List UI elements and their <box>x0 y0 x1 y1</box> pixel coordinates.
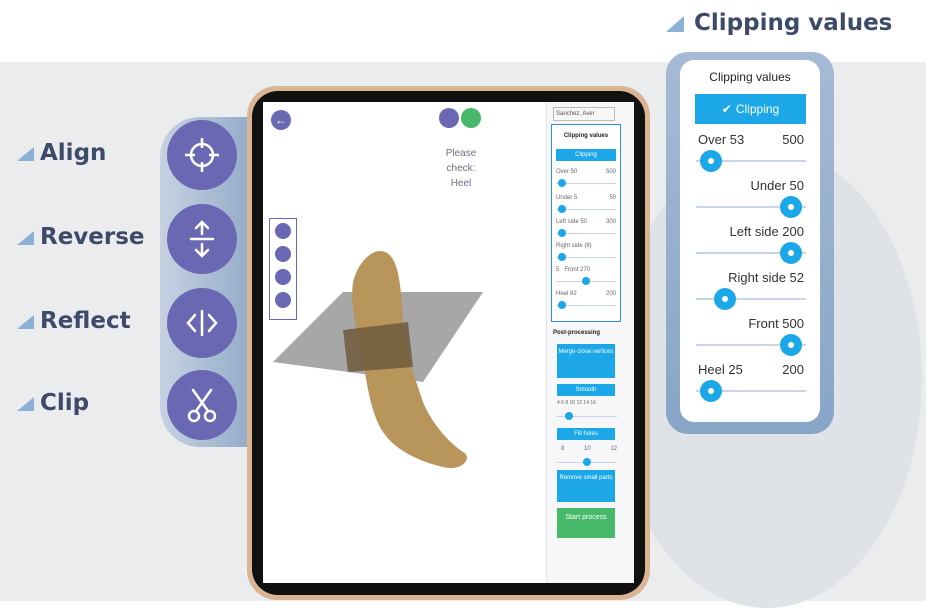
slider-knob[interactable] <box>700 150 723 172</box>
mini-slider-knob[interactable] <box>582 277 590 285</box>
reflect-button[interactable] <box>167 288 237 358</box>
fill-holes-button[interactable]: Fill holes <box>557 428 615 440</box>
smooth-button[interactable]: Smooth <box>557 384 615 396</box>
mini-slider-knob[interactable] <box>558 301 566 309</box>
mini-row-max: 200 <box>605 291 616 297</box>
fill-scale-tick: 10 <box>583 446 591 452</box>
label-triangle-icon <box>17 231 34 245</box>
reflect-label: Reflect <box>40 308 131 334</box>
heading-text: Clipping values <box>694 10 893 36</box>
mini-slider-knob[interactable] <box>558 229 566 237</box>
patient-select[interactable]: Sanchez, Aver <box>553 107 615 121</box>
mini-slider-knob[interactable] <box>558 253 566 261</box>
smooth-slider-knob[interactable] <box>565 412 573 420</box>
slider-track[interactable] <box>696 298 806 300</box>
heading-triangle-icon <box>666 16 684 32</box>
clip-button[interactable] <box>167 370 237 440</box>
top-icon-group <box>439 108 481 128</box>
mini-reverse-button[interactable] <box>275 246 291 262</box>
start-process-button[interactable]: Start process <box>557 508 615 538</box>
mini-slider-knob[interactable] <box>558 179 566 187</box>
feature-label-reverse: Reverse <box>16 224 145 250</box>
mini-row-label: Heel 82 <box>556 291 577 297</box>
mini-row-label: Right side (8) <box>556 243 592 249</box>
slider-knob[interactable] <box>779 196 802 218</box>
slider-max: 200 <box>782 362 804 377</box>
mini-row-max: 50 <box>609 195 616 201</box>
slider-knob[interactable] <box>713 288 736 310</box>
mini-row-mid: Front 270 <box>564 267 591 273</box>
merge-vertices-button[interactable]: Merge close vertices <box>557 344 615 378</box>
scissors-icon <box>187 388 217 423</box>
clipping-card: Clipping values ✔ Clipping Over 53 500 Und… <box>680 60 820 422</box>
slider-knob[interactable] <box>779 334 802 356</box>
label-triangle-icon <box>17 315 34 329</box>
mini-row-label: Under 5 <box>556 195 578 201</box>
mini-row: 5 Front 270 <box>556 267 616 273</box>
remove-small-parts-button[interactable]: Remove small parts <box>557 470 615 502</box>
align-label: Align <box>40 140 107 166</box>
feature-label-reflect: Reflect <box>16 308 131 334</box>
clipping-toggle-button[interactable]: ✔ Clipping <box>695 94 806 124</box>
mini-row-max: 500 <box>605 169 616 175</box>
fill-scale: 8 10 12 <box>561 446 617 452</box>
clipping-button-label: Clipping <box>735 102 780 116</box>
crosshair-icon <box>185 138 219 172</box>
feature-label-align: Align <box>16 140 106 166</box>
feature-label-clip: Clip <box>16 390 89 416</box>
mini-row: Left side 50 300 <box>556 219 616 225</box>
slider-max: 500 <box>782 132 804 147</box>
tablet-screen: ← Please check: Heel Sanchez, Aver Clipp… <box>263 102 634 583</box>
reverse-label: Reverse <box>40 224 145 250</box>
mini-row-label: Left side 50 <box>556 219 588 225</box>
label-triangle-icon <box>17 147 34 161</box>
slider-label: Front 500 <box>748 316 804 331</box>
check-line: Heel <box>450 178 472 189</box>
mini-row: Under 5 50 <box>556 195 616 201</box>
save-icon[interactable] <box>461 108 481 128</box>
fill-scale-tick: 8 <box>561 446 565 452</box>
slider-knob[interactable] <box>779 242 802 264</box>
foot-model <box>343 251 467 469</box>
smooth-scale: 4 6 8 10 12 14 16 <box>557 400 596 406</box>
mini-align-button[interactable] <box>275 223 291 239</box>
post-processing-title: Post-processing <box>553 330 601 336</box>
mini-row: Right side (8) <box>556 243 616 249</box>
mini-row: Over 50 500 <box>556 169 616 175</box>
mini-slider-knob[interactable] <box>558 205 566 213</box>
slider-label: Right side 52 <box>728 270 804 285</box>
card-title: Clipping values <box>709 70 791 84</box>
mini-panel-title: Clipping values <box>563 133 609 139</box>
check-icon: ✔ <box>721 102 732 116</box>
slider-knob[interactable] <box>700 380 723 402</box>
reflect-icon <box>186 309 218 337</box>
mini-reflect-button[interactable] <box>275 269 291 285</box>
mini-clipping-button[interactable]: Clipping <box>556 149 616 161</box>
check-line: Please <box>445 148 477 159</box>
fill-scale-tick: 12 <box>610 446 617 452</box>
fill-slider-knob[interactable] <box>583 458 591 466</box>
clipping-values-heading: Clipping values <box>664 8 892 38</box>
slider-label: Left side 200 <box>729 224 804 239</box>
slider-label: Over 53 <box>698 132 745 147</box>
arrows-up-down-icon <box>189 220 215 258</box>
settings-pane: Sanchez, Aver Clipping values Clipping O… <box>546 102 634 583</box>
mini-clipping-panel: Clipping values Clipping Over 50 500 Unde… <box>551 124 621 322</box>
slider-label: Heel 25 <box>698 362 743 377</box>
check-line: check: <box>446 163 476 174</box>
view-icon[interactable] <box>439 108 459 128</box>
slider-label: Under 50 <box>750 178 804 193</box>
clip-label: Clip <box>40 390 90 416</box>
mini-row-label: Over 50 <box>556 169 578 175</box>
mini-row: Heel 82 200 <box>556 291 616 297</box>
mini-row-max: 300 <box>605 219 616 225</box>
arrow-left-icon: ← <box>275 113 287 127</box>
align-button[interactable] <box>167 120 237 190</box>
label-triangle-icon <box>17 397 34 411</box>
mini-row-label: 5 <box>556 267 560 273</box>
reverse-button[interactable] <box>167 204 237 274</box>
check-message: Please check: Heel <box>431 146 491 191</box>
back-button[interactable]: ← <box>271 110 291 130</box>
